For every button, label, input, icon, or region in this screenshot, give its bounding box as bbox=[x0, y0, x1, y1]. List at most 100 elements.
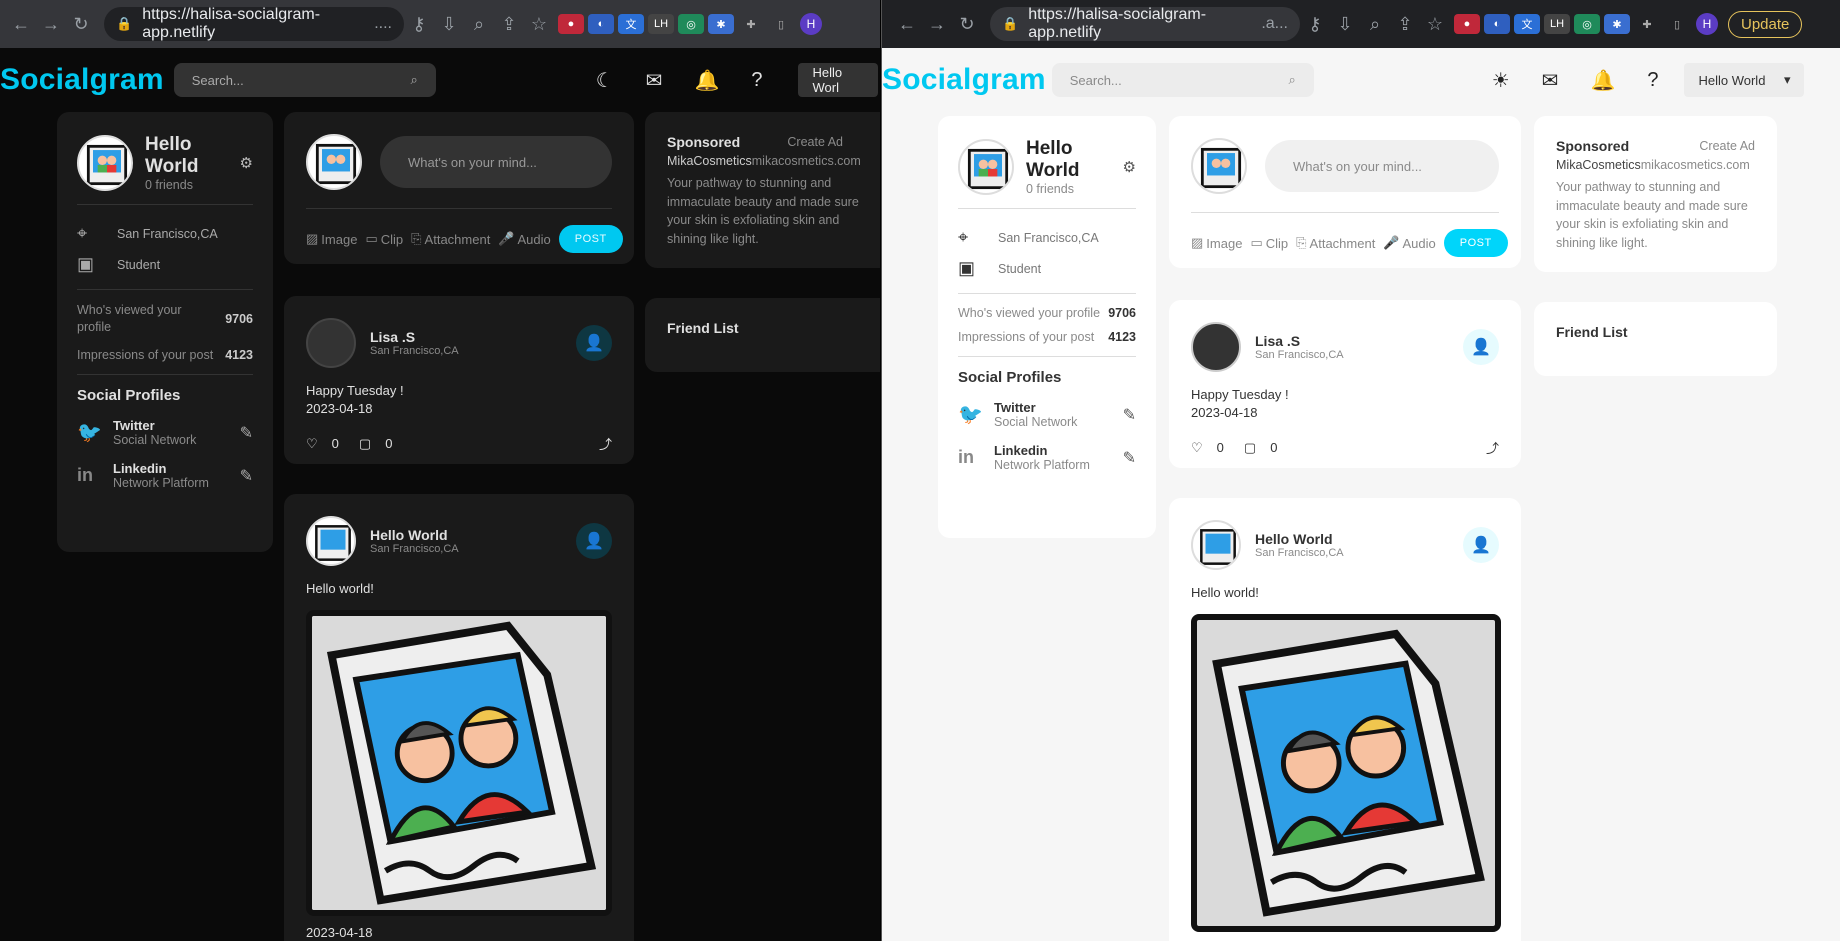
edit-pencil-icon[interactable]: ✎ bbox=[240, 466, 253, 486]
puzzle-icon[interactable]: ✚ bbox=[738, 14, 764, 34]
post-image[interactable] bbox=[1191, 614, 1501, 932]
attachment-option[interactable]: ⎘ Attachment bbox=[411, 231, 490, 247]
zoom-icon[interactable]: ⌕ bbox=[1360, 14, 1390, 35]
post-text-input[interactable]: What's on your mind... bbox=[1265, 140, 1499, 192]
reload-icon[interactable]: ↻ bbox=[66, 14, 96, 35]
attachment-option[interactable]: ⎘ Attachment bbox=[1296, 235, 1375, 251]
user-menu-select[interactable]: Hello Worl bbox=[798, 63, 879, 97]
reload-icon[interactable]: ↻ bbox=[952, 14, 982, 35]
zoom-icon[interactable]: ⌕ bbox=[464, 14, 494, 35]
notification-bell-icon[interactable]: 🔔 bbox=[1590, 68, 1615, 93]
extension-icon[interactable]: 文 bbox=[1514, 14, 1540, 34]
back-icon[interactable]: ← bbox=[892, 14, 922, 35]
create-ad-link[interactable]: Create Ad bbox=[787, 135, 843, 149]
create-ad-link[interactable]: Create Ad bbox=[1699, 139, 1755, 153]
extension-icon[interactable]: ◎ bbox=[678, 14, 704, 34]
extension-icon[interactable]: ✱ bbox=[1604, 14, 1630, 34]
light-mode-sun-icon[interactable]: ☀ bbox=[1492, 68, 1510, 93]
user-menu-select[interactable]: Hello World ▾ bbox=[1684, 63, 1805, 97]
forward-icon[interactable]: → bbox=[922, 14, 952, 35]
profile-avatar[interactable] bbox=[958, 139, 1014, 195]
app-logo[interactable]: Socialgram bbox=[882, 63, 1046, 97]
sidepanel-icon[interactable]: ▯ bbox=[1664, 14, 1690, 34]
forward-icon[interactable]: → bbox=[36, 14, 66, 35]
back-icon[interactable]: ← bbox=[6, 14, 36, 35]
post-author[interactable]: Lisa .S bbox=[370, 329, 576, 345]
app-logo[interactable]: Socialgram bbox=[0, 63, 164, 97]
notification-bell-icon[interactable]: 🔔 bbox=[694, 68, 719, 93]
add-friend-icon[interactable]: 👤 bbox=[1463, 329, 1499, 365]
dark-mode-moon-icon[interactable]: ☾ bbox=[596, 68, 614, 93]
search-icon[interactable]: ⌕ bbox=[410, 72, 417, 88]
comment-icon[interactable]: ▢ bbox=[1244, 440, 1256, 456]
ad-site[interactable]: mikacosmetics.com bbox=[752, 154, 861, 168]
post-author[interactable]: Lisa .S bbox=[1255, 333, 1463, 349]
add-friend-icon[interactable]: 👤 bbox=[576, 325, 612, 361]
help-icon[interactable]: ? bbox=[751, 69, 762, 92]
edit-pencil-icon[interactable]: ✎ bbox=[1123, 405, 1136, 425]
post-author[interactable]: Hello World bbox=[370, 527, 576, 543]
help-icon[interactable]: ? bbox=[1647, 69, 1658, 92]
comment-icon[interactable]: ▢ bbox=[359, 436, 371, 452]
profile-name-line1[interactable]: Hello bbox=[1026, 138, 1123, 160]
manage-account-icon[interactable]: ⚙ bbox=[240, 154, 253, 172]
extension-icon[interactable]: ✱ bbox=[708, 14, 734, 34]
profile-avatar[interactable] bbox=[77, 135, 133, 191]
ad-site[interactable]: mikacosmetics.com bbox=[1641, 158, 1750, 172]
image-option[interactable]: ▨ Image bbox=[1191, 235, 1242, 251]
extension-icon[interactable]: LH bbox=[1544, 14, 1570, 34]
post-text-input[interactable]: What's on your mind... bbox=[380, 136, 612, 188]
message-icon[interactable]: ✉ bbox=[646, 68, 663, 93]
edit-pencil-icon[interactable]: ✎ bbox=[1123, 448, 1136, 468]
update-button[interactable]: Update bbox=[1728, 10, 1803, 38]
image-option[interactable]: ▨ Image bbox=[306, 231, 357, 247]
clip-option[interactable]: ▭ Clip bbox=[365, 231, 403, 247]
extension-icon[interactable]: 文 bbox=[618, 14, 644, 34]
add-friend-icon[interactable]: 👤 bbox=[576, 523, 612, 559]
profile-name-line2[interactable]: World bbox=[145, 156, 240, 178]
profile-name-line2[interactable]: World bbox=[1026, 160, 1123, 182]
extension-icon[interactable]: ◐ bbox=[1484, 14, 1510, 34]
install-icon[interactable]: ⇩ bbox=[1330, 14, 1360, 35]
share-icon[interactable]: ⤴ bbox=[1486, 438, 1499, 457]
bookmark-star-icon[interactable]: ☆ bbox=[1420, 14, 1450, 35]
share-icon[interactable]: ⤴ bbox=[599, 434, 612, 453]
extension-icon[interactable]: ◎ bbox=[1574, 14, 1600, 34]
post-author-avatar[interactable] bbox=[1191, 322, 1241, 372]
browser-profile-avatar[interactable]: H bbox=[1696, 13, 1718, 35]
clip-option[interactable]: ▭ Clip bbox=[1250, 235, 1288, 251]
search-icon[interactable]: ⌕ bbox=[1288, 72, 1295, 88]
edit-pencil-icon[interactable]: ✎ bbox=[240, 423, 253, 443]
install-icon[interactable]: ⇩ bbox=[434, 14, 464, 35]
audio-option[interactable]: 🎤 Audio bbox=[498, 231, 550, 247]
manage-account-icon[interactable]: ⚙ bbox=[1123, 158, 1136, 176]
search-input[interactable]: Search... ⌕ bbox=[173, 63, 436, 97]
post-author-avatar[interactable] bbox=[306, 516, 356, 566]
extension-icon[interactable]: LH bbox=[648, 14, 674, 34]
like-heart-icon[interactable]: ♡ bbox=[306, 436, 318, 452]
extension-icon[interactable]: ● bbox=[558, 14, 584, 34]
key-icon[interactable]: ⚷ bbox=[1300, 14, 1330, 35]
share-icon[interactable]: ⇪ bbox=[494, 14, 524, 35]
like-heart-icon[interactable]: ♡ bbox=[1191, 440, 1203, 456]
sidepanel-icon[interactable]: ▯ bbox=[768, 14, 794, 34]
post-button[interactable]: POST bbox=[558, 225, 623, 253]
share-icon[interactable]: ⇪ bbox=[1390, 14, 1420, 35]
puzzle-icon[interactable]: ✚ bbox=[1634, 14, 1660, 34]
post-button[interactable]: POST bbox=[1443, 229, 1508, 257]
profile-name-line1[interactable]: Hello bbox=[145, 134, 240, 156]
bookmark-star-icon[interactable]: ☆ bbox=[524, 14, 554, 35]
extension-icon[interactable]: ◐ bbox=[588, 14, 614, 34]
browser-profile-avatar[interactable]: H bbox=[800, 13, 822, 35]
key-icon[interactable]: ⚷ bbox=[404, 14, 434, 35]
post-author-avatar[interactable] bbox=[1191, 520, 1241, 570]
message-icon[interactable]: ✉ bbox=[1542, 68, 1559, 93]
audio-option[interactable]: 🎤 Audio bbox=[1383, 235, 1435, 251]
address-bar[interactable]: 🔒 https://halisa-socialgram-app.netlify.… bbox=[990, 6, 1300, 41]
extension-icon[interactable]: ● bbox=[1454, 14, 1480, 34]
add-friend-icon[interactable]: 👤 bbox=[1463, 527, 1499, 563]
search-input[interactable]: Search... ⌕ bbox=[1051, 63, 1314, 97]
post-author-avatar[interactable] bbox=[306, 318, 356, 368]
post-image[interactable] bbox=[306, 610, 612, 916]
post-author[interactable]: Hello World bbox=[1255, 531, 1463, 547]
